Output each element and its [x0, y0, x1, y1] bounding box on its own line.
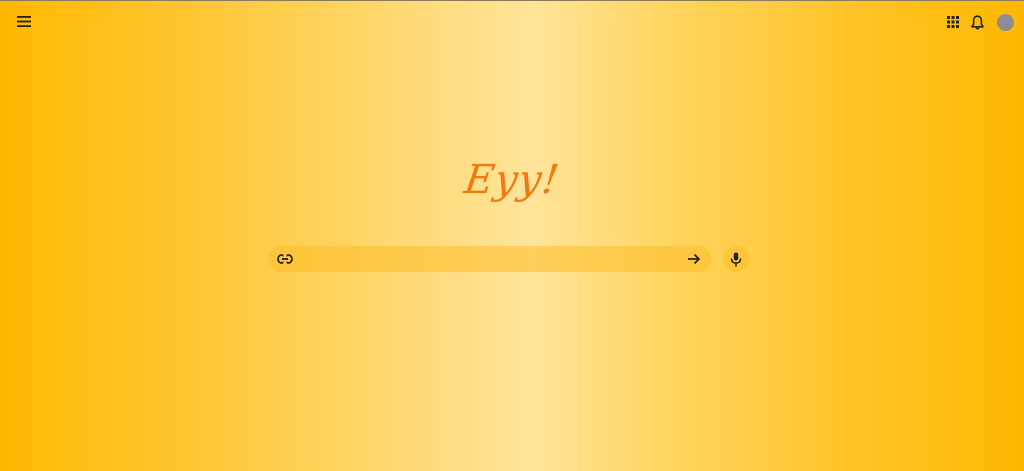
- logo: Eyy!: [461, 157, 563, 203]
- arrow-right-icon: [688, 253, 701, 265]
- avatar[interactable]: [997, 13, 1014, 31]
- header-actions: [945, 12, 1014, 32]
- notifications-button[interactable]: [969, 12, 985, 32]
- hamburger-menu-icon: [17, 15, 31, 27]
- link-button[interactable]: [276, 250, 294, 268]
- menu-button[interactable]: [12, 11, 36, 31]
- voice-search-button[interactable]: [723, 246, 749, 272]
- search-input[interactable]: [294, 248, 685, 270]
- search-bar: [268, 246, 711, 272]
- apps-grid-icon: [947, 16, 959, 28]
- link-icon: [277, 254, 293, 264]
- microphone-icon: [730, 252, 742, 266]
- apps-button[interactable]: [945, 12, 961, 32]
- submit-button[interactable]: [685, 250, 703, 268]
- bell-icon: [970, 14, 984, 30]
